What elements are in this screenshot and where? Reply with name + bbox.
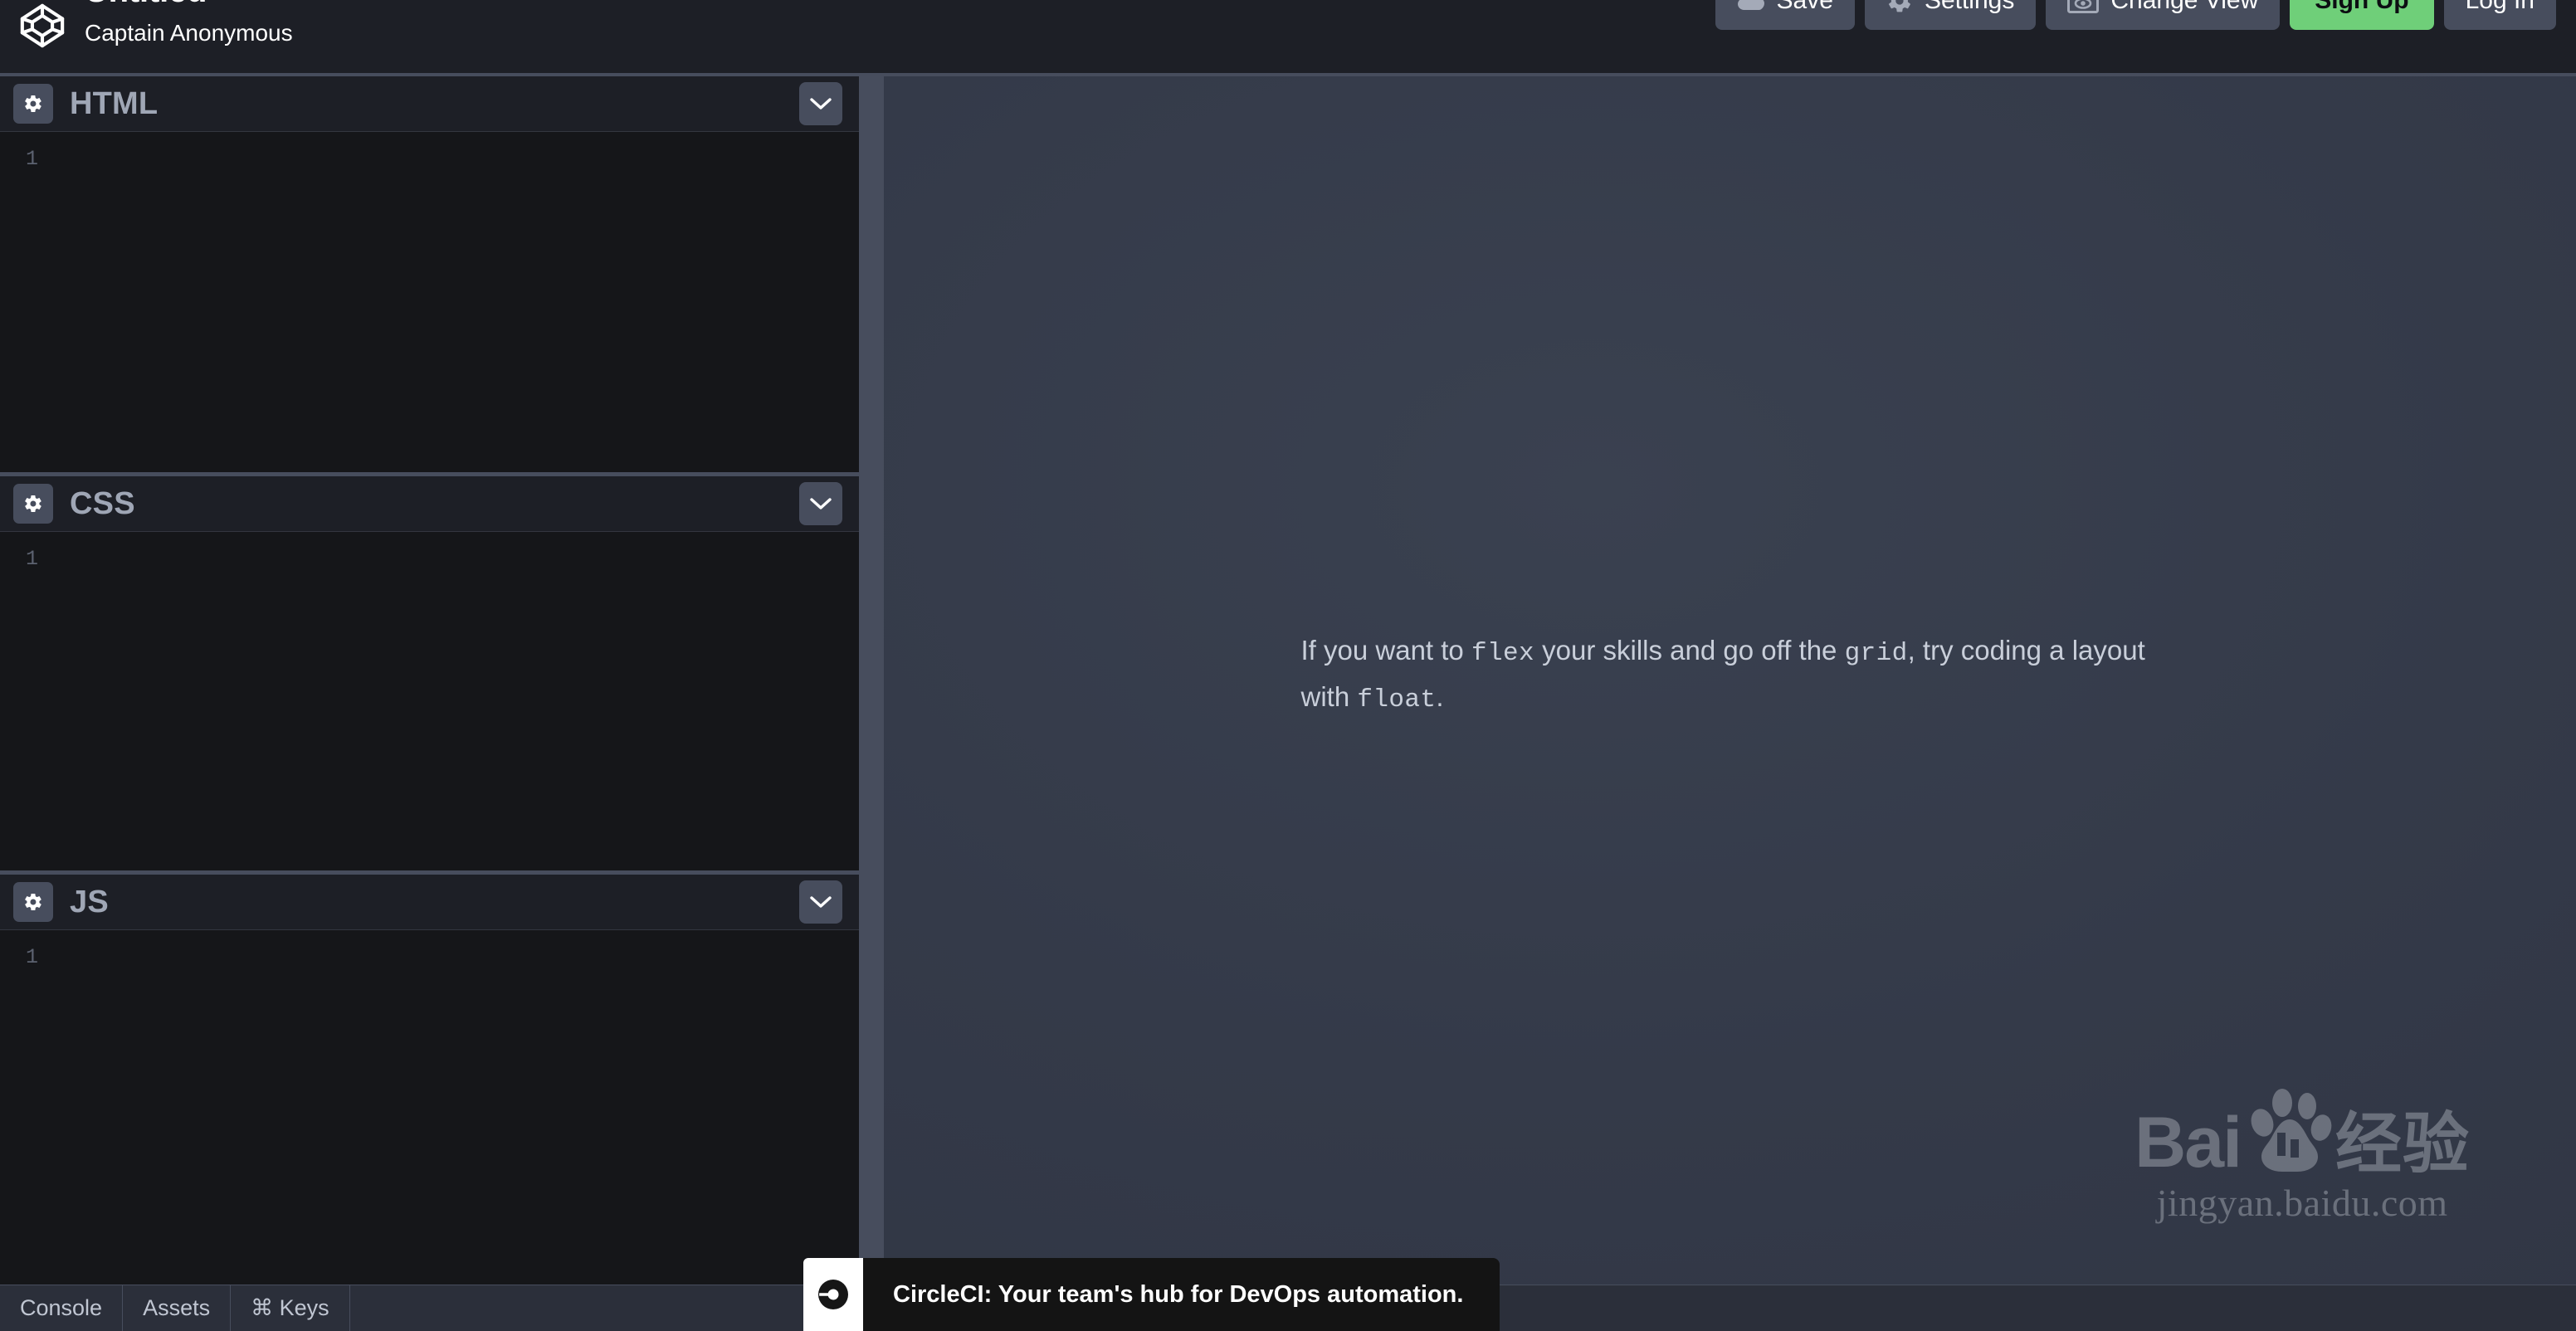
baidu-watermark-logo: Bai 经验 <box>2134 1085 2470 1182</box>
js-settings-button[interactable] <box>13 882 53 922</box>
save-button-label: Save <box>1776 0 1833 14</box>
header-actions: Save Settings Change View Sign Up Log In <box>1715 0 2556 30</box>
editor-pane-css: CSS 1 <box>0 476 859 875</box>
tab-console[interactable]: Console <box>0 1285 124 1331</box>
circleci-ad-banner[interactable]: CircleCI: Your team's hub for DevOps aut… <box>803 1258 1500 1331</box>
pen-meta: Untitled › Captain Anonymous <box>85 0 293 46</box>
js-code-area[interactable]: 1 <box>0 930 859 1285</box>
log-in-button[interactable]: Log In <box>2443 0 2556 30</box>
screen-eye-icon <box>2067 0 2100 13</box>
codepen-logo-icon[interactable] <box>18 2 66 50</box>
tab-assets[interactable]: Assets <box>123 1285 232 1331</box>
baidu-wordmark: Bai <box>2134 1102 2242 1182</box>
pane-header-js: JS <box>0 875 859 930</box>
pen-title-row[interactable]: Untitled › <box>85 0 293 11</box>
sign-up-button[interactable]: Sign Up <box>2290 0 2434 30</box>
pen-brand: Untitled › Captain Anonymous <box>18 0 293 50</box>
html-code-content[interactable] <box>51 132 859 472</box>
codepen-editor-app: Untitled › Captain Anonymous Save <box>0 0 2576 1331</box>
html-collapse-button[interactable] <box>799 82 842 125</box>
change-view-button-label: Change View <box>2110 0 2259 14</box>
change-view-button[interactable]: Change View <box>2046 0 2281 30</box>
save-button[interactable]: Save <box>1715 0 1855 30</box>
baidu-chinese-text: 经验 <box>2335 1105 2470 1182</box>
js-gutter: 1 <box>25 945 38 969</box>
settings-button[interactable]: Settings <box>1864 0 2037 30</box>
chevron-right-icon: › <box>215 0 222 3</box>
css-gutter: 1 <box>25 547 38 571</box>
gear-icon <box>25 95 41 112</box>
preview-tip-text: If you want to flex your skills and go o… <box>1301 628 2164 721</box>
baidu-watermark-url: jingyan.baidu.com <box>2156 1182 2448 1224</box>
html-settings-button[interactable] <box>13 84 53 124</box>
pen-author: Captain Anonymous <box>85 20 293 46</box>
settings-button-label: Settings <box>1924 0 2015 14</box>
html-gutter: 1 <box>25 147 38 171</box>
tip-part-2: your skills and go off the <box>1534 634 1845 666</box>
editor-pane-html: HTML 1 <box>0 76 859 476</box>
js-code-content[interactable] <box>51 930 859 1285</box>
baidu-paw-icon <box>2244 1085 2332 1176</box>
css-collapse-button[interactable] <box>799 482 842 525</box>
preview-pane: If you want to flex your skills and go o… <box>884 76 2576 1285</box>
gear-icon <box>25 495 41 512</box>
css-code-area[interactable]: 1 <box>0 532 859 870</box>
css-settings-button[interactable] <box>13 484 53 524</box>
tip-part-4: . <box>1436 681 1444 712</box>
gear-icon <box>25 894 41 910</box>
editors-column: HTML 1 CSS 1 JS 1 <box>0 76 859 1285</box>
pane-title-html: HTML <box>70 85 159 121</box>
tab-keys[interactable]: ⌘ Keys <box>231 1285 350 1331</box>
tip-code-grid: grid <box>1844 638 1908 668</box>
circleci-ad-text: CircleCI: Your team's hub for DevOps aut… <box>863 1258 1500 1331</box>
editor-preview-resize-handle[interactable] <box>859 76 884 1285</box>
pane-title-js: JS <box>70 884 109 919</box>
tip-code-flex: flex <box>1471 638 1534 668</box>
gear-icon <box>1886 0 1913 14</box>
log-in-button-label: Log In <box>2465 0 2535 14</box>
tip-part-1: If you want to <box>1300 634 1471 666</box>
baidu-watermark: Bai 经验 jingyan.baidu.com <box>2134 1085 2470 1225</box>
editor-body: HTML 1 CSS 1 JS 1 If you want to flex yo… <box>0 73 2576 1285</box>
pane-title-css: CSS <box>70 485 135 521</box>
page-title: Untitled <box>85 0 207 11</box>
editor-pane-js: JS 1 <box>0 875 859 1285</box>
circleci-logo-icon <box>803 1258 863 1331</box>
css-code-content[interactable] <box>51 532 859 870</box>
chevron-down-icon <box>810 896 832 908</box>
tip-code-float: float <box>1357 685 1437 714</box>
pane-header-css: CSS <box>0 476 859 532</box>
sign-up-button-label: Sign Up <box>2315 0 2409 14</box>
app-header: Untitled › Captain Anonymous Save <box>0 0 2576 73</box>
js-collapse-button[interactable] <box>799 880 842 924</box>
html-code-area[interactable]: 1 <box>0 132 859 472</box>
pane-header-html: HTML <box>0 76 859 132</box>
cloud-icon <box>1737 0 1765 12</box>
chevron-down-icon <box>810 98 832 110</box>
chevron-down-icon <box>810 498 832 509</box>
